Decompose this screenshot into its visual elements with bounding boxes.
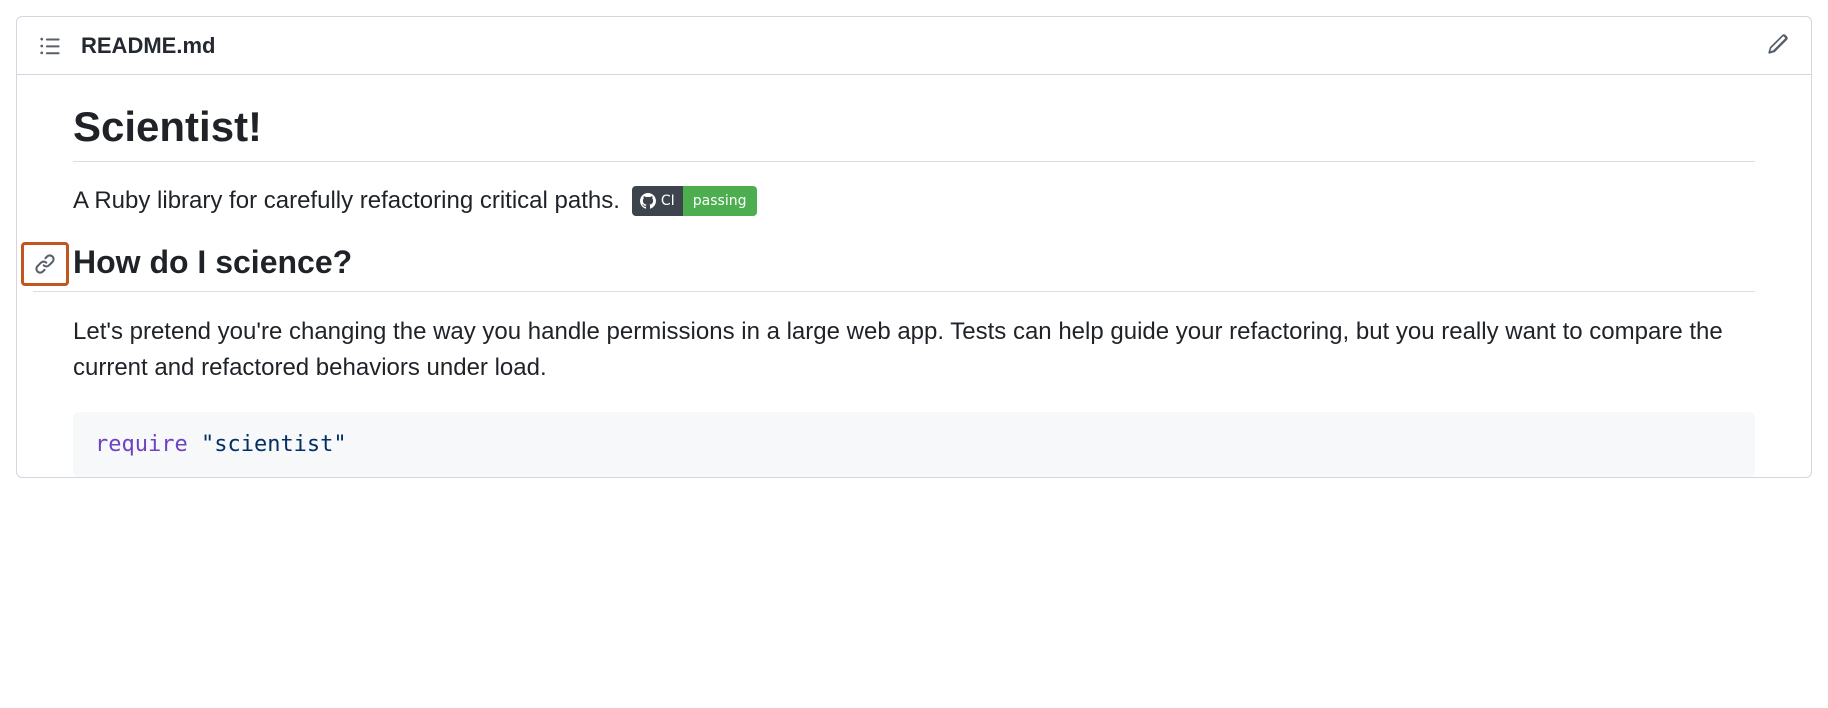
readme-header-left: README.md <box>33 29 215 63</box>
ci-status-badge[interactable]: CI passing <box>632 186 757 216</box>
code-string: "scientist" <box>201 432 347 457</box>
list-unordered-icon <box>39 35 61 57</box>
section-paragraph: Let's pretend you're changing the way yo… <box>73 314 1755 386</box>
toc-button[interactable] <box>33 29 67 63</box>
description-line: A Ruby library for carefully refactoring… <box>73 186 1755 216</box>
pencil-icon <box>1767 33 1789 55</box>
github-icon <box>640 193 656 209</box>
link-icon <box>34 253 56 275</box>
badge-left: CI <box>632 186 683 216</box>
badge-status: passing <box>683 186 757 216</box>
section-heading-row: How do I science? <box>33 244 1755 292</box>
section-heading: How do I science? <box>73 244 1755 281</box>
readme-header: README.md <box>17 17 1811 75</box>
heading-anchor-link[interactable] <box>21 242 69 286</box>
file-name: README.md <box>81 33 215 59</box>
readme-body: Scientist! A Ruby library for carefully … <box>17 75 1811 477</box>
edit-button[interactable] <box>1761 27 1795 64</box>
page-title: Scientist! <box>73 103 1755 162</box>
code-keyword: require <box>95 432 188 457</box>
badge-label: CI <box>661 193 675 209</box>
description-text: A Ruby library for carefully refactoring… <box>73 187 620 215</box>
code-block: require "scientist" <box>73 412 1755 477</box>
readme-container: README.md Scientist! A Ruby library for … <box>16 16 1812 478</box>
